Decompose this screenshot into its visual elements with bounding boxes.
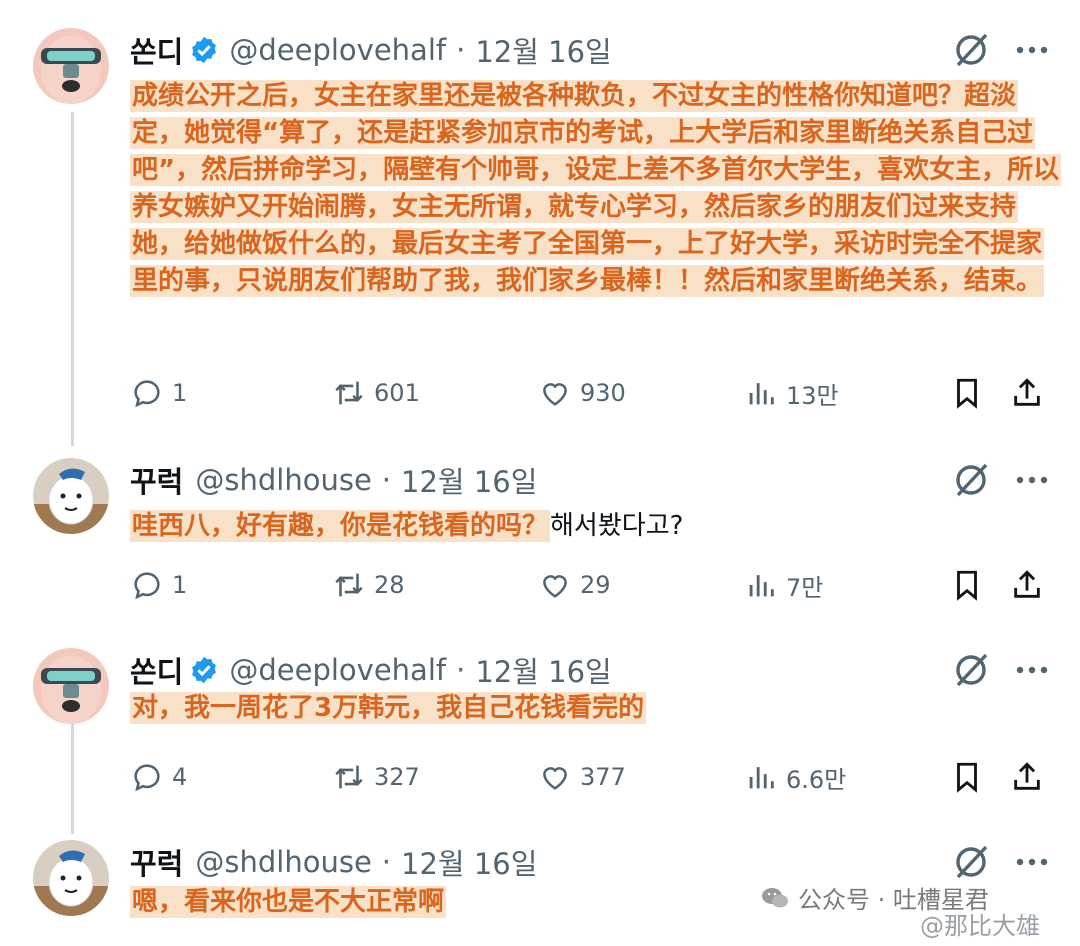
retweet-icon [335,765,363,789]
retweet-count: 327 [374,763,420,791]
views-chart-icon [749,575,774,597]
views-chart-icon [749,383,774,405]
reply-icon [134,764,160,792]
reply-icon [134,380,160,408]
bookmark-button[interactable] [950,373,984,413]
grok-icon[interactable] [952,458,992,502]
share-icon [1014,378,1040,406]
weibo-watermark: @那比大雄 [920,912,1040,940]
handle[interactable]: @deeplovehalf [229,653,446,687]
translated-text-overlay: 哇西八，好有趣，你是花钱看的吗？ [130,510,551,542]
reply-button[interactable]: 1 [130,373,187,413]
more-options-icon[interactable] [1012,458,1052,502]
tweet-header: 꾸럭 @shdlhouse · 12월 16일 [130,840,537,884]
like-count: 930 [580,379,626,407]
views-chart-icon [749,767,774,789]
like-button[interactable]: 29 [538,565,611,605]
tweet-text: 成绩公开之后，女主在家里还是被各种欺负，不过女主的性格你知道吧？超淡定，她觉得“… [130,78,1062,300]
bookmark-button[interactable] [950,565,984,605]
bookmark-icon [957,570,977,601]
timestamp[interactable]: 12월 16일 [401,841,537,883]
tweet[interactable]: 꾸럭 @shdlhouse · 12월 16일 哇西八，好有趣，你是花钱看的吗？… [0,458,1080,608]
tweet-header: 꾸럭 @shdlhouse · 12월 16일 [130,458,537,502]
reply-count: 4 [172,763,188,791]
like-count: 29 [580,571,611,599]
views-count: 6.6만 [786,765,847,794]
like-button[interactable]: 377 [538,757,626,797]
share-button[interactable] [1010,757,1044,797]
action-bar: 4 327 377 6.6만 [130,757,1050,797]
original-text-tail: 해서봤다고? [550,511,684,541]
tweet-header: 쏜디 @deeplovehalf · 12월 16일 [130,648,612,692]
like-button[interactable]: 930 [538,373,626,413]
heart-icon [543,383,567,406]
retweet-button[interactable]: 327 [332,757,420,797]
tweet[interactable]: 쏜디 @deeplovehalf · 12월 16일 对，我一周花了3万韩元，我… [0,648,1080,798]
translated-text-overlay: 成绩公开之后，女主在家里还是被各种欺负，不过女主的性格你知道吧？超淡定，她觉得“… [130,80,1062,297]
tweet-text: 哇西八，好有趣，你是花钱看的吗？해서봤다고? [130,508,1060,545]
reply-icon [134,572,160,600]
handle[interactable]: @deeplovehalf [229,33,446,67]
tweet[interactable]: 쏜디 @deeplovehalf · 12월 16일 成绩公开之后，女主在家里还… [0,28,1080,418]
views-button[interactable]: 13만 [744,373,839,413]
dot-separator: · [381,463,392,497]
avatar-kkureok[interactable] [33,458,109,534]
translated-text-overlay: 嗯，看来你也是不大正常啊 [130,886,447,918]
tweet-text: 嗯，看来你也是不大正常啊 [130,884,730,921]
translated-text-overlay: 对，我一周花了3万韩元，我自己花钱看完的 [130,692,647,724]
timestamp[interactable]: 12월 16일 [401,459,537,501]
avatar-ssondi[interactable] [33,648,109,724]
more-options-icon[interactable] [1012,840,1052,884]
action-bar: 1 28 29 7만 [130,565,1050,605]
display-name[interactable]: 쏜디 [130,649,183,691]
share-button[interactable] [1010,565,1044,605]
bookmark-icon [957,762,977,793]
wechat-logo-icon [762,887,788,907]
bookmark-button[interactable] [950,757,984,797]
views-button[interactable]: 7만 [744,565,823,605]
grok-icon[interactable] [952,28,992,72]
more-options-icon[interactable] [1012,28,1052,72]
bookmark-icon [957,378,977,409]
tweet-header: 쏜디 @deeplovehalf · 12월 16일 [130,28,612,72]
avatar-kkureok[interactable] [33,840,109,916]
timestamp[interactable]: 12월 16일 [475,649,611,691]
retweet-count: 28 [374,571,405,599]
views-button[interactable]: 6.6만 [744,757,846,797]
reply-button[interactable]: 4 [130,757,187,797]
retweet-button[interactable]: 28 [332,565,405,605]
dot-separator: · [381,845,392,879]
avatar-ssondi[interactable] [33,28,109,104]
handle[interactable]: @shdlhouse [195,845,371,879]
more-options-icon[interactable] [1012,648,1052,692]
verified-badge-icon [192,656,217,684]
views-count: 7만 [786,573,824,602]
retweet-button[interactable]: 601 [332,373,420,413]
timestamp[interactable]: 12월 16일 [475,29,611,71]
share-icon [1014,762,1040,790]
reply-button[interactable]: 1 [130,565,187,605]
handle[interactable]: @shdlhouse [195,463,371,497]
views-count: 13만 [786,381,839,410]
heart-icon [543,767,567,790]
verified-badge-icon [192,36,217,64]
heart-icon [543,575,567,598]
retweet-icon [335,381,363,405]
grok-icon[interactable] [952,648,992,692]
display-name[interactable]: 꾸럭 [130,841,183,883]
dot-separator: · [456,653,466,687]
like-count: 377 [580,763,626,791]
grok-icon[interactable] [952,840,992,884]
share-icon [1014,570,1040,598]
display-name[interactable]: 쏜디 [130,29,183,71]
share-button[interactable] [1010,373,1044,413]
dot-separator: · [456,33,466,67]
action-bar: 1 601 930 13만 [130,373,1050,413]
reply-count: 1 [172,571,188,599]
retweet-count: 601 [374,379,420,407]
display-name[interactable]: 꾸럭 [130,459,183,501]
reply-count: 1 [172,379,188,407]
retweet-icon [335,573,363,597]
tweet-text: 对，我一周花了3万韩元，我自己花钱看完的 [130,690,1060,727]
